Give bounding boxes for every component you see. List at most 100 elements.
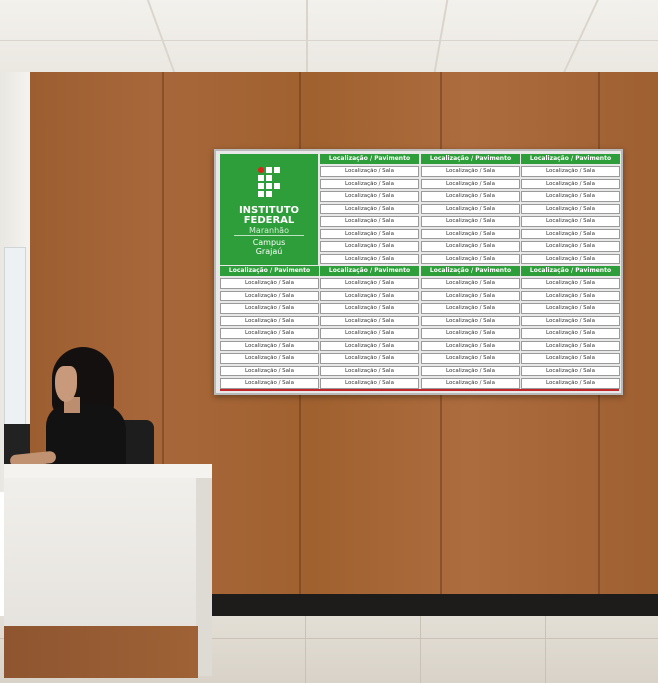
directory-cell: Localização / Sala	[320, 253, 419, 264]
directory-cell: Localização / Sala	[421, 303, 520, 314]
directory-cell: Localização / Sala	[220, 278, 319, 289]
column-header: Localização / Pavimento	[521, 154, 620, 164]
directory-cell: Localização / Sala	[421, 241, 520, 252]
directory-cell: Localização / Sala	[320, 328, 419, 339]
directory-cell: Localização / Sala	[320, 365, 419, 376]
directory-cell: Localização / Sala	[521, 303, 620, 314]
directory-cell: Localização / Sala	[521, 278, 620, 289]
directory-cell: Localização / Sala	[521, 253, 620, 264]
directory-cell: Localização / Sala	[421, 315, 520, 326]
directory-cell: Localização / Sala	[320, 203, 419, 214]
baseboard	[205, 594, 658, 616]
column-header: Localização / Pavimento	[421, 154, 520, 164]
directory-column: Localização / Pavimento Localização / Sal…	[220, 266, 319, 391]
directory-cell: Localização / Sala	[421, 365, 520, 376]
logo-square	[274, 183, 280, 189]
directory-cell: Localização / Sala	[320, 216, 419, 227]
directory-column: Localização / Pavimento Localização / Sal…	[521, 266, 620, 391]
logo-line-federal: FEDERAL	[243, 215, 295, 226]
ceiling-grid-line	[563, 0, 599, 72]
directory-cell: Localização / Sala	[421, 166, 520, 177]
directory-cell: Localização / Sala	[521, 340, 620, 351]
ceiling-grid-line	[0, 40, 658, 41]
logo-line-maranhao: Maranhão	[249, 226, 289, 235]
directory-cell: Localização / Sala	[421, 278, 520, 289]
directory-column: Localização / Pavimento Localização / Sal…	[521, 154, 620, 266]
column-header: Localização / Pavimento	[220, 266, 319, 276]
directory-cell: Localização / Sala	[320, 290, 419, 301]
directory-cell: Localização / Sala	[320, 353, 419, 364]
directory-cell: Localização / Sala	[421, 378, 520, 389]
logo-line-grajau: Grajaú	[255, 247, 283, 256]
directory-cell: Localização / Sala	[421, 353, 520, 364]
directory-cell: Localização / Sala	[521, 228, 620, 239]
column-header: Localização / Pavimento	[421, 266, 520, 276]
reception-desk-side	[196, 478, 212, 676]
directory-cell: Localização / Sala	[220, 378, 319, 389]
directory-cell: Localização / Sala	[421, 340, 520, 351]
floor-tile-line	[305, 616, 306, 683]
directory-cell: Localização / Sala	[320, 315, 419, 326]
directory-cell: Localização / Sala	[320, 303, 419, 314]
directory-cell: Localização / Sala	[521, 191, 620, 202]
column-header: Localização / Pavimento	[320, 266, 419, 276]
directory-cell: Localização / Sala	[421, 191, 520, 202]
directory-cell: Localização / Sala	[521, 290, 620, 301]
directory-cell: Localização / Sala	[521, 378, 620, 389]
directory-cell: Localização / Sala	[220, 328, 319, 339]
directory-cell: Localização / Sala	[421, 253, 520, 264]
institute-logo-icon	[258, 167, 284, 199]
logo-square	[266, 175, 272, 181]
directory-cell: Localização / Sala	[320, 340, 419, 351]
directory-cell: Localização / Sala	[421, 203, 520, 214]
logo-square	[258, 175, 264, 181]
reception-desk-top	[4, 464, 212, 479]
directory-cell: Localização / Sala	[320, 191, 419, 202]
directory-cell: Localização / Sala	[320, 378, 419, 389]
logo-line-campus: Campus	[252, 238, 286, 247]
directory-cell: Localização / Sala	[421, 290, 520, 301]
directory-cell: Localização / Sala	[320, 228, 419, 239]
logo-divider	[234, 235, 304, 236]
directory-board: INSTITUTO FEDERAL Maranhão Campus Grajaú…	[214, 149, 623, 395]
directory-cell: Localização / Sala	[521, 166, 620, 177]
ceiling-grid-line	[433, 0, 449, 72]
directory-cell: Localização / Sala	[421, 216, 520, 227]
directory-cell: Localização / Sala	[521, 178, 620, 189]
ceiling-grid-line	[146, 0, 176, 72]
directory-column: Localização / Pavimento Localização / Sal…	[421, 154, 520, 266]
directory-cell: Localização / Sala	[521, 203, 620, 214]
logo-square	[266, 183, 272, 189]
logo-square	[274, 167, 280, 173]
column-header: Localização / Pavimento	[320, 154, 419, 164]
directory-cell: Localização / Sala	[521, 353, 620, 364]
directory-cell: Localização / Sala	[421, 228, 520, 239]
directory-cell: Localização / Sala	[521, 315, 620, 326]
directory-cell: Localização / Sala	[421, 328, 520, 339]
ceiling-grid-line	[306, 0, 308, 72]
column-header: Localização / Pavimento	[521, 266, 620, 276]
directory-cell: Localização / Sala	[220, 290, 319, 301]
logo-red-dot	[258, 167, 264, 173]
directory-cell: Localização / Sala	[220, 353, 319, 364]
directory-cell: Localização / Sala	[320, 166, 419, 177]
directory-cell: Localização / Sala	[220, 303, 319, 314]
directory-cell: Localização / Sala	[521, 241, 620, 252]
institute-logo-panel: INSTITUTO FEDERAL Maranhão Campus Grajaú	[220, 154, 318, 265]
directory-cell: Localização / Sala	[521, 216, 620, 227]
reception-desk-wood-base	[4, 626, 198, 678]
logo-square	[258, 191, 264, 197]
directory-cell: Localização / Sala	[320, 178, 419, 189]
logo-square	[266, 191, 272, 197]
directory-column: Localização / Pavimento Localização / Sal…	[320, 266, 419, 391]
directory-cell: Localização / Sala	[220, 315, 319, 326]
directory-cell: Localização / Sala	[521, 365, 620, 376]
floor-tile-line	[545, 616, 546, 683]
ceiling	[0, 0, 658, 72]
board-red-accent-line	[220, 389, 619, 391]
reception-desk-front	[4, 478, 206, 626]
reception-scene: INSTITUTO FEDERAL Maranhão Campus Grajaú…	[0, 0, 658, 683]
directory-cell: Localização / Sala	[220, 365, 319, 376]
logo-square	[266, 167, 272, 173]
directory-column: Localização / Pavimento Localização / Sal…	[320, 154, 419, 266]
